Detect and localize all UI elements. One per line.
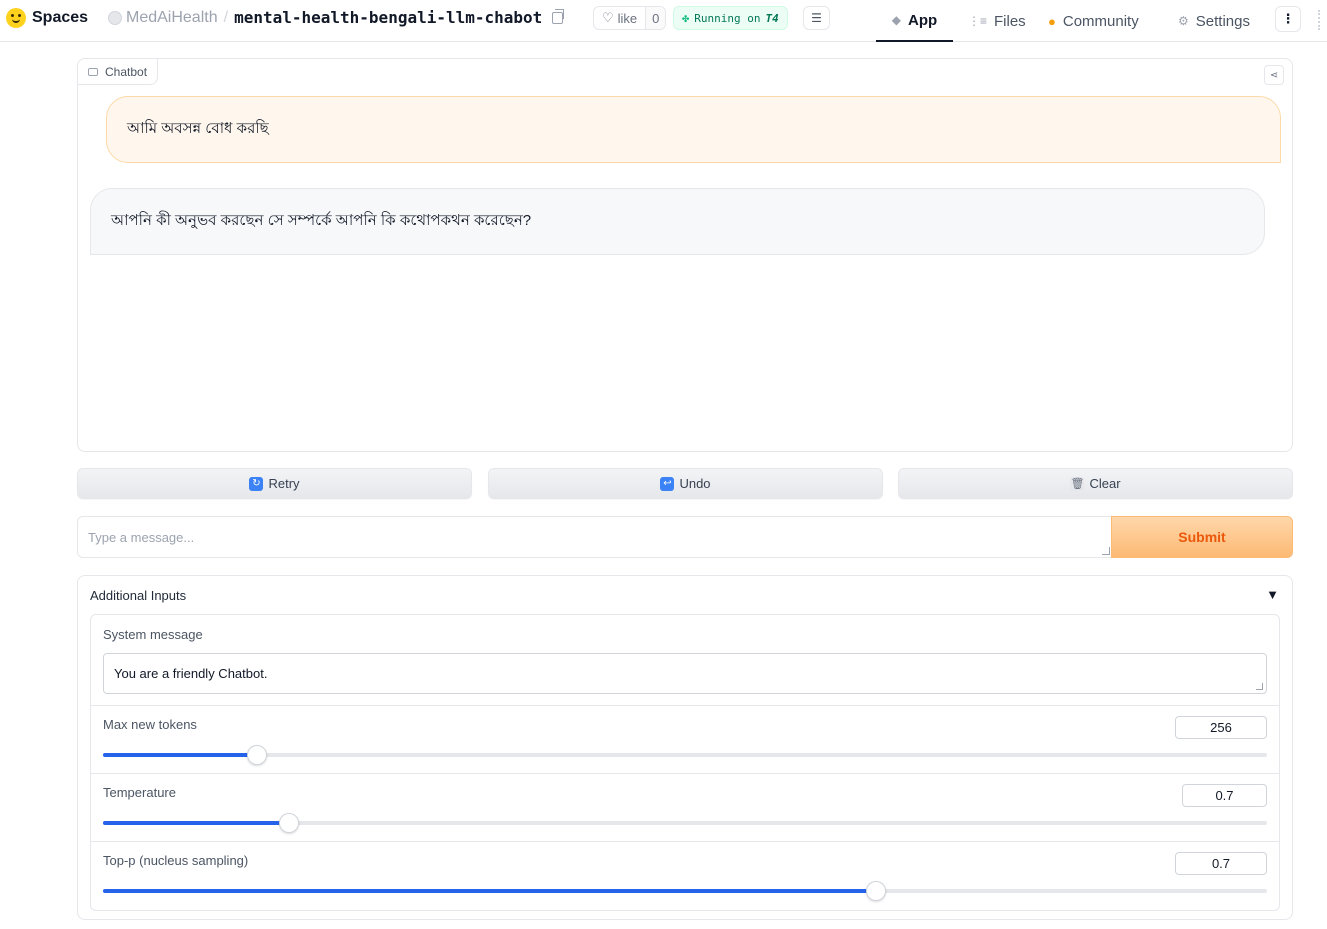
message-input-row: Submit <box>77 516 1293 558</box>
tab-files-label: Files <box>994 12 1026 30</box>
heart-icon: ♡ <box>602 10 614 25</box>
temperature-block: Temperature 0.7 <box>91 774 1279 842</box>
gear-icon: ⚙ <box>1178 14 1189 28</box>
top-p-number[interactable]: 0.7 <box>1175 852 1267 875</box>
max-new-tokens-number[interactable]: 256 <box>1175 716 1267 739</box>
status-prefix: Running on <box>694 11 761 25</box>
temperature-slider[interactable] <box>103 813 1267 833</box>
chatbot-label: Chatbot <box>77 58 159 85</box>
undo-icon: ↩ <box>660 476 675 491</box>
clear-button[interactable]: 🗑 Clear <box>898 468 1293 499</box>
like-label: like <box>617 10 638 26</box>
slider-thumb[interactable] <box>865 881 886 901</box>
top-p-label: Top-p (nucleus sampling) <box>103 853 249 868</box>
system-message-value: You are a friendly Chatbot. <box>114 666 268 681</box>
share-icon: ⋖ <box>1269 69 1279 81</box>
retry-label: Retry <box>268 476 300 491</box>
chatbot-label-text: Chatbot <box>105 64 148 79</box>
collapse-arrow-icon[interactable]: ▼ <box>1266 587 1279 602</box>
repo-name-link[interactable]: mental-health-bengali-llm-chabot <box>234 8 542 27</box>
retry-icon: ↻ <box>249 476 264 491</box>
breadcrumb-separator: / <box>223 8 229 26</box>
system-message-label: System message <box>103 627 203 642</box>
max-new-tokens-slider[interactable] <box>103 745 1267 765</box>
share-button[interactable]: ⋖ <box>1264 65 1284 85</box>
hugging-face-logo-icon <box>6 8 26 28</box>
like-button[interactable]: ♡ like <box>594 7 645 29</box>
community-icon: ● <box>1048 13 1056 29</box>
slider-fill <box>103 753 257 757</box>
tab-files[interactable]: ⋮≡ Files <box>968 0 1026 42</box>
accordion-title[interactable]: Additional Inputs <box>90 588 186 603</box>
temperature-number[interactable]: 0.7 <box>1182 784 1267 807</box>
additional-inputs-body: System message You are a friendly Chatbo… <box>90 614 1280 911</box>
max-new-tokens-label: Max new tokens <box>103 717 197 732</box>
running-status-badge[interactable]: ✤ Running on T4 <box>673 6 788 30</box>
repo-breadcrumb: MedAiHealth / mental-health-bengali-llm-… <box>108 8 565 27</box>
tab-app[interactable]: ◆ App <box>876 0 953 42</box>
slider-fill <box>103 889 876 893</box>
clover-icon: ✤ <box>682 11 690 25</box>
more-options-button[interactable]: ⋮ <box>1275 6 1301 32</box>
undo-label: Undo <box>679 476 711 491</box>
resize-grip-icon[interactable] <box>1102 547 1110 555</box>
like-widget: ♡ like 0 <box>593 6 667 30</box>
submit-button[interactable]: Submit <box>1111 516 1293 558</box>
spaces-brand[interactable]: Spaces <box>6 8 88 28</box>
owner-avatar[interactable] <box>108 10 122 25</box>
owner-link[interactable]: MedAiHealth <box>126 9 218 27</box>
system-message-field[interactable]: You are a friendly Chatbot. <box>103 653 1267 694</box>
logs-icon: ☰ <box>811 11 822 25</box>
top-p-slider[interactable] <box>103 881 1267 901</box>
additional-inputs-accordion: Additional Inputs ▼ System message You a… <box>77 575 1293 920</box>
undo-button[interactable]: ↩ Undo <box>488 468 883 499</box>
cube-icon: ◆ <box>891 13 902 27</box>
system-message-block: System message You are a friendly Chatbo… <box>91 615 1279 706</box>
copy-icon[interactable] <box>552 8 565 24</box>
retry-button[interactable]: ↻ Retry <box>77 468 472 499</box>
slider-fill <box>103 821 290 825</box>
max-new-tokens-block: Max new tokens 256 <box>91 706 1279 774</box>
logs-button[interactable]: ☰ <box>803 6 830 30</box>
user-message: আমি অবসন্ন বোধ করছি <box>106 96 1281 163</box>
tab-app-label: App <box>908 11 938 29</box>
panel-edge-indicator <box>1318 10 1322 30</box>
chatbot-panel: Chatbot ⋖ আমি অবসন্ন বোধ করছি আপনি কী অন… <box>77 58 1293 452</box>
trash-icon: 🗑 <box>1070 476 1085 491</box>
tab-community-label: Community <box>1062 12 1139 30</box>
message-input[interactable] <box>78 517 1112 557</box>
assistant-message: আপনি কী অনুভব করছেন সে সম্পর্কে আপনি কি … <box>90 188 1265 255</box>
tab-settings-label: Settings <box>1195 12 1250 30</box>
temperature-label: Temperature <box>103 785 176 800</box>
resize-grip-icon[interactable] <box>1256 683 1263 690</box>
top-p-block: Top-p (nucleus sampling) 0.7 <box>91 842 1279 910</box>
spaces-label: Spaces <box>32 9 89 26</box>
chat-icon <box>88 67 98 76</box>
kebab-icon: ⋮ <box>1281 11 1295 26</box>
top-nav-bar: Spaces MedAiHealth / mental-health-benga… <box>0 0 1327 42</box>
like-count[interactable]: 0 <box>645 7 666 29</box>
status-hardware: T4 <box>765 11 779 25</box>
slider-thumb[interactable] <box>246 745 267 765</box>
clear-label: Clear <box>1089 476 1121 491</box>
files-icon: ⋮≡ <box>968 14 988 28</box>
slider-thumb[interactable] <box>279 813 300 833</box>
tab-settings[interactable]: ⚙ Settings <box>1178 0 1250 42</box>
tab-community[interactable]: ● Community <box>1048 0 1139 42</box>
